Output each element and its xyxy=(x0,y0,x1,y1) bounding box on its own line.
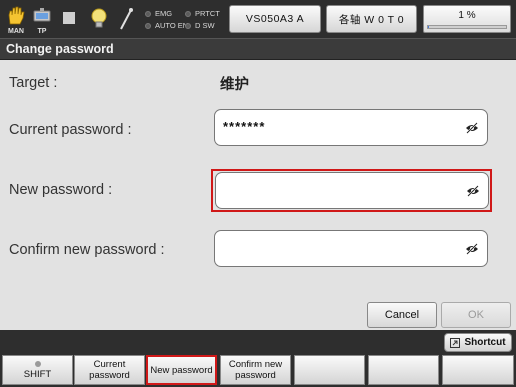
shortcut-icon xyxy=(450,337,461,348)
stop-square-icon xyxy=(63,12,75,24)
new-password-field[interactable] xyxy=(215,172,489,209)
new-password-focus-frame xyxy=(211,169,492,212)
current-password-value: ******* xyxy=(223,119,266,134)
confirm-password-field[interactable] xyxy=(214,230,488,267)
shortcut-label: Shortcut xyxy=(464,337,506,348)
fkey-confirm-new-password[interactable]: Confirm new password xyxy=(220,355,291,385)
shift-indicator-led xyxy=(34,360,41,367)
auto-en-led xyxy=(145,23,151,29)
eye-slash-icon[interactable] xyxy=(466,184,480,198)
tp-label: TP xyxy=(37,28,47,35)
auto-en-label: AUTO EN xyxy=(155,21,189,30)
change-password-panel: Target : 维护 Current password : ******* N… xyxy=(0,60,516,330)
eye-slash-icon[interactable] xyxy=(465,242,479,256)
fkey-empty-5[interactable] xyxy=(294,355,365,385)
fkey-empty-6[interactable] xyxy=(368,355,439,385)
new-password-label: New password : xyxy=(9,182,113,198)
status-bar: MAN TP EMG AUTO EN PRTCT D SW VS050A3 A … xyxy=(0,0,516,38)
target-value: 维护 xyxy=(220,77,249,93)
ok-button[interactable]: OK xyxy=(441,302,511,328)
speed-label: 1 % xyxy=(458,10,476,21)
current-password-field[interactable]: ******* xyxy=(214,109,488,146)
emg-label: EMG xyxy=(155,9,173,18)
eye-slash-icon[interactable] xyxy=(465,121,479,135)
emg-led xyxy=(145,11,151,17)
speed-bar-fill xyxy=(428,26,429,28)
lamp-bulb-icon xyxy=(88,6,110,32)
target-label: Target : xyxy=(9,75,58,91)
robot-select-button[interactable]: VS050A3 A xyxy=(229,5,321,33)
dsw-label: D SW xyxy=(195,21,215,30)
shortcut-button[interactable]: Shortcut xyxy=(444,333,512,352)
prtct-label: PRTCT xyxy=(195,9,220,18)
axis-select-button[interactable]: 各轴 W 0 T 0 xyxy=(326,5,417,33)
fkey-line1: Current xyxy=(93,359,126,370)
fkey-line1: Confirm new xyxy=(228,359,283,370)
prtct-led xyxy=(185,11,191,17)
fkey-line1: New password xyxy=(150,364,213,376)
speed-bar xyxy=(427,25,507,29)
speed-indicator[interactable]: 1 % xyxy=(423,5,511,33)
man-label: MAN xyxy=(8,28,24,35)
fkey-current-password[interactable]: Current password xyxy=(74,355,145,385)
dsw-led xyxy=(185,23,191,29)
tool-wrench-icon xyxy=(117,6,135,32)
current-password-label: Current password : xyxy=(9,122,132,138)
fkey-empty-7[interactable] xyxy=(442,355,514,385)
manual-mode-hand-icon[interactable]: MAN xyxy=(5,5,27,35)
fkey-new-password[interactable]: New password xyxy=(146,355,217,385)
fkey-shift[interactable]: SHIFT xyxy=(2,355,73,385)
led-group-left: EMG AUTO EN xyxy=(145,8,188,32)
fkey-line2: password xyxy=(89,370,130,381)
dialog-title: Change password xyxy=(0,38,516,60)
fkey-line2: password xyxy=(235,370,276,381)
teach-pendant-icon[interactable]: TP xyxy=(31,5,53,35)
confirm-password-label: Confirm new password : xyxy=(9,242,165,258)
led-group-right: PRTCT D SW xyxy=(185,8,220,32)
fkey-line2: SHIFT xyxy=(23,368,52,380)
cancel-button[interactable]: Cancel xyxy=(367,302,437,328)
